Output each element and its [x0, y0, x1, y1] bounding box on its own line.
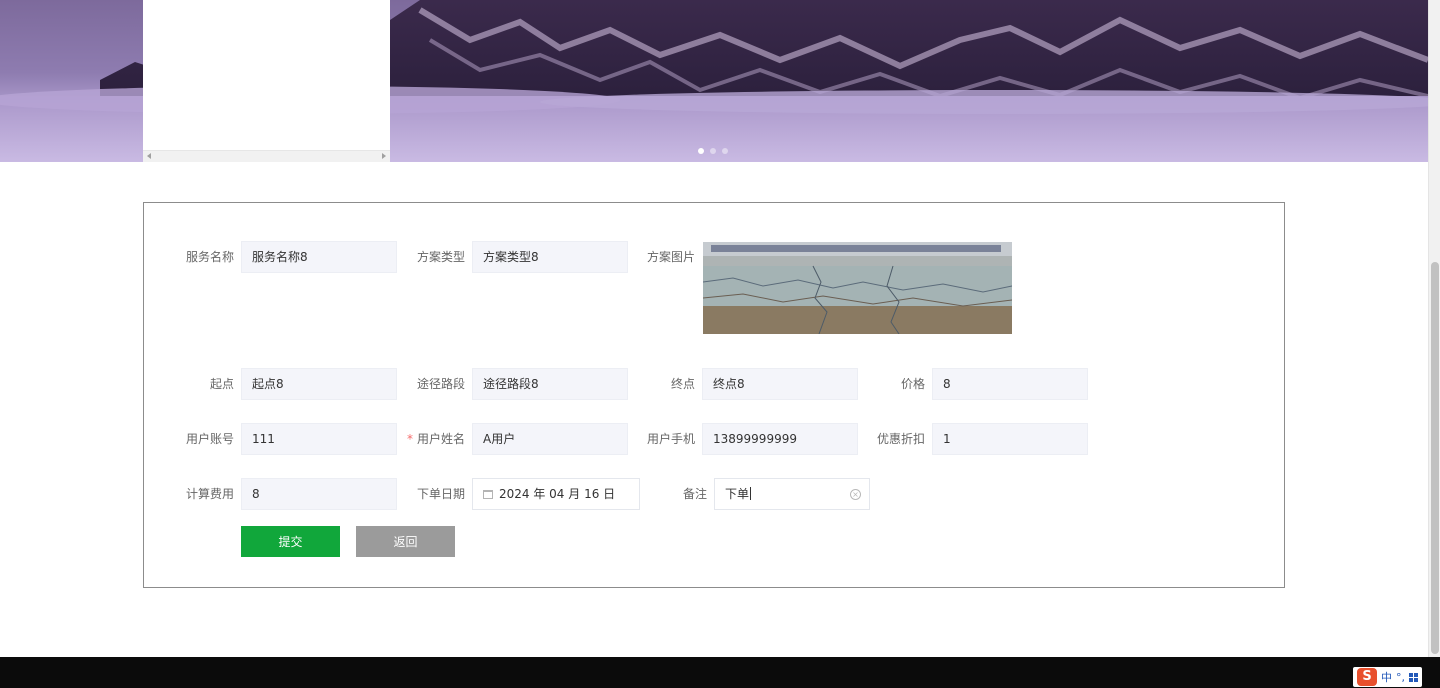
horizontal-scrollbar[interactable] — [143, 150, 390, 162]
side-panel — [143, 0, 390, 162]
scroll-left-icon[interactable] — [147, 153, 151, 159]
user-phone-label: 用户手机 — [646, 432, 695, 446]
clear-icon[interactable]: × — [850, 489, 861, 500]
carousel-dot-2[interactable] — [710, 148, 716, 154]
user-account-label: 用户账号 — [185, 432, 234, 446]
user-name-label: * 用户姓名 — [365, 423, 465, 455]
plan-image[interactable] — [703, 242, 1012, 334]
discount-label: 优惠折扣 — [876, 432, 925, 446]
remark-label: 备注 — [682, 487, 707, 501]
carousel-dot-3[interactable] — [722, 148, 728, 154]
plan-image-label: 方案图片 — [646, 250, 695, 264]
ime-toolbar[interactable]: S 中 °, — [1353, 667, 1422, 687]
text-caret — [750, 487, 752, 500]
ime-mode-toggle[interactable]: 中 — [1381, 669, 1392, 685]
end-point-label: 终点 — [670, 377, 695, 391]
calc-fee-label: 计算费用 — [185, 487, 234, 501]
remark-input[interactable]: 下单 × — [714, 478, 870, 510]
remark-value: 下单 — [725, 487, 750, 501]
banner-carousel — [0, 0, 1428, 162]
user-name-label-text: 用户姓名 — [416, 432, 465, 446]
scroll-right-icon[interactable] — [382, 153, 386, 159]
page-vertical-scrollbar[interactable] — [1428, 0, 1440, 657]
submit-button[interactable]: 提交 — [241, 526, 340, 557]
carousel-dot-1[interactable] — [698, 148, 704, 154]
sogou-logo-icon: S — [1357, 668, 1377, 686]
price-label: 价格 — [900, 377, 925, 391]
price-input[interactable]: 8 — [932, 368, 1088, 400]
ime-menu-icon[interactable] — [1409, 672, 1418, 682]
required-mark: * — [406, 432, 413, 446]
plan-type-label: 方案类型 — [416, 250, 465, 264]
carousel-indicators — [698, 148, 728, 154]
calendar-icon — [483, 490, 493, 499]
discount-input[interactable]: 1 — [932, 423, 1088, 455]
route-section-label: 途径路段 — [416, 377, 465, 391]
order-date-label: 下单日期 — [416, 487, 465, 501]
order-form: 服务名称 服务名称8 方案类型 方案类型8 方案图片 起点 起点8 途径路段 途… — [143, 202, 1285, 588]
scrollbar-thumb[interactable] — [1431, 262, 1439, 654]
order-date-value: 2024 年 04 月 16 日 — [499, 487, 616, 501]
service-name-label: 服务名称 — [185, 250, 234, 264]
page-footer — [0, 657, 1440, 688]
ime-punctuation-toggle[interactable]: °, — [1396, 671, 1405, 684]
route-map-image — [703, 242, 1012, 334]
back-button[interactable]: 返回 — [356, 526, 455, 557]
start-point-label: 起点 — [209, 377, 234, 391]
